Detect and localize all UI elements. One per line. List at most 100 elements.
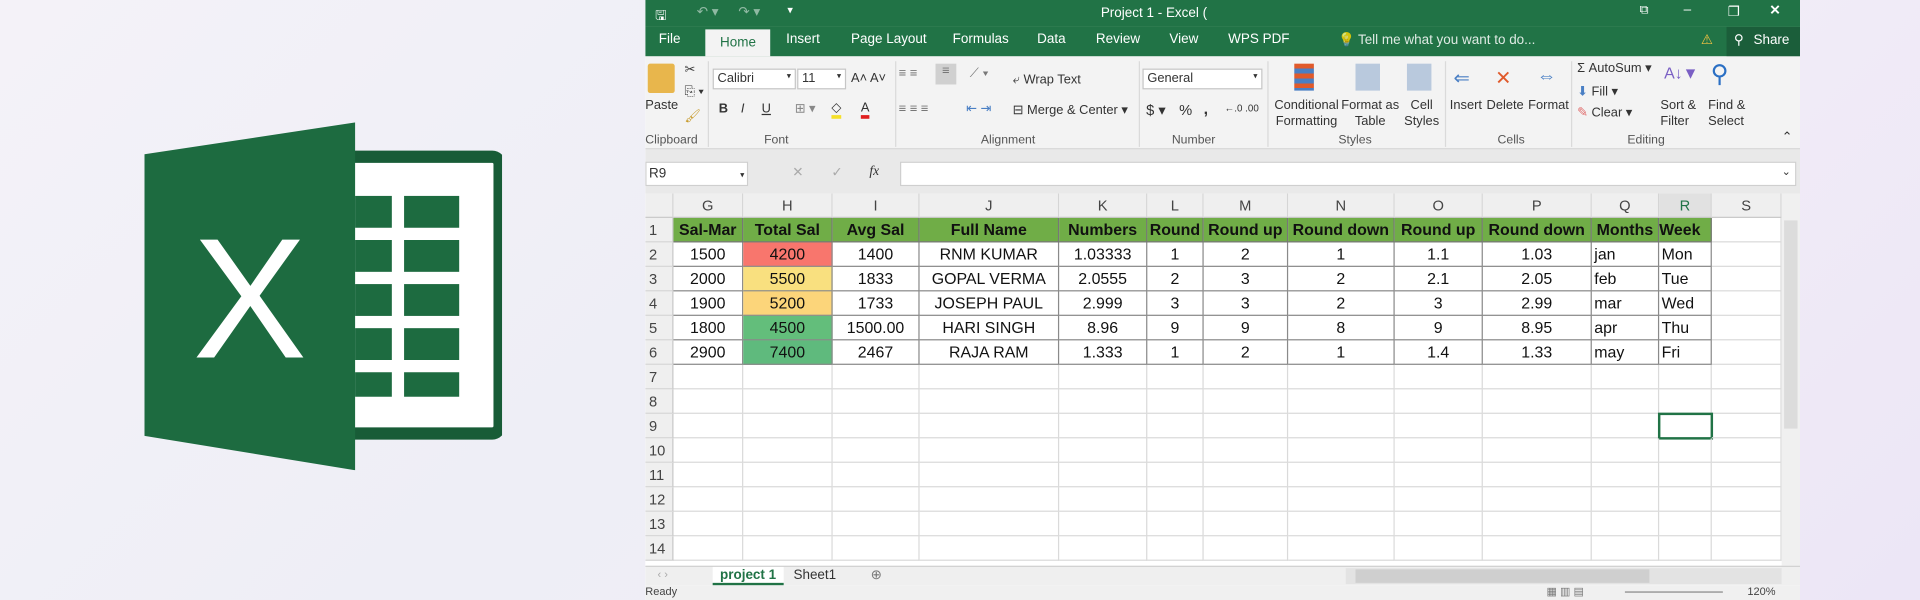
orientation-icon[interactable]: ⟋ ▾ [970, 66, 989, 82]
tab-review[interactable]: Review [1096, 32, 1140, 47]
cell[interactable] [1288, 438, 1395, 463]
font-size-select[interactable]: 11 ▾ [797, 68, 847, 90]
cell[interactable] [1394, 511, 1483, 537]
spreadsheet-grid[interactable]: G H I J K L M N O P Q R S 1 2 3 4 5 6 7 8 9 10 11 12 13 14 Sal-Mar T… [645, 193, 1782, 566]
underline-button[interactable]: U [762, 102, 771, 117]
header-cell[interactable]: Round [1147, 217, 1204, 243]
restore-icon[interactable]: ❐ [1728, 4, 1740, 20]
data-cell[interactable]: 8 [1288, 315, 1395, 341]
cell[interactable] [743, 511, 833, 537]
cell[interactable] [743, 413, 833, 439]
column-header-I[interactable]: I [832, 193, 920, 218]
cell[interactable] [1591, 413, 1660, 439]
cell-styles-button[interactable]: Cell Styles [1402, 98, 1441, 130]
cell[interactable] [1591, 389, 1660, 414]
sheet-nav-icon[interactable]: ‹ › [658, 568, 668, 580]
cell[interactable] [1591, 487, 1660, 512]
cell[interactable] [1394, 364, 1483, 390]
vertical-scrollbar[interactable] [1781, 193, 1801, 566]
cell[interactable] [919, 462, 1060, 488]
cell[interactable] [1203, 536, 1289, 561]
add-sheet-icon[interactable]: ⊕ [871, 567, 882, 583]
cell[interactable] [919, 413, 1060, 439]
data-cell[interactable]: 3 [1394, 291, 1483, 316]
data-cell[interactable]: 4200 [743, 242, 833, 267]
cell[interactable] [1659, 389, 1712, 414]
enter-icon[interactable]: ✓ [831, 164, 842, 180]
data-cell[interactable]: 1.03 [1482, 242, 1592, 267]
data-cell[interactable]: HARI SINGH [919, 315, 1060, 341]
bold-button[interactable]: B [719, 102, 728, 117]
cell[interactable] [1203, 487, 1289, 512]
row-header-1[interactable]: 1 [645, 217, 674, 243]
data-cell[interactable]: 2.999 [1059, 291, 1148, 316]
row-header-14[interactable]: 14 [645, 536, 674, 561]
data-cell[interactable]: 9 [1147, 315, 1204, 341]
data-cell[interactable]: mar [1591, 291, 1660, 316]
data-cell[interactable]: 3 [1147, 291, 1204, 316]
format-painter-icon[interactable]: 🖌 [684, 108, 700, 124]
cell[interactable] [1482, 364, 1592, 390]
cell[interactable] [832, 487, 920, 512]
cell[interactable] [1147, 389, 1204, 414]
expand-formula-icon[interactable]: ⌄ [1782, 165, 1791, 178]
data-cell[interactable]: 1500.00 [832, 315, 920, 341]
data-cell[interactable]: 2.05 [1482, 266, 1592, 292]
cell[interactable] [1711, 389, 1782, 414]
cell[interactable] [1203, 511, 1289, 537]
data-cell[interactable]: 2.1 [1394, 266, 1483, 292]
column-header-S[interactable]: S [1711, 193, 1782, 218]
data-cell[interactable]: Wed [1659, 291, 1712, 316]
cell[interactable] [1394, 389, 1483, 414]
data-cell[interactable]: feb [1591, 266, 1660, 292]
tab-home[interactable]: Home [705, 29, 771, 57]
tab-data[interactable]: Data [1037, 32, 1065, 47]
header-cell[interactable]: Total Sal [743, 217, 833, 243]
row-header-10[interactable]: 10 [645, 438, 674, 463]
row-header-7[interactable]: 7 [645, 364, 674, 390]
row-header-9[interactable]: 9 [645, 413, 674, 439]
select-all-corner[interactable] [645, 193, 674, 218]
cell[interactable] [1147, 413, 1204, 439]
cell[interactable] [1059, 413, 1148, 439]
paste-icon[interactable] [647, 63, 675, 94]
cell[interactable] [832, 462, 920, 488]
undo-icon[interactable]: ↶ ▾ [697, 4, 719, 20]
cell[interactable] [919, 364, 1060, 390]
cell[interactable] [1288, 511, 1395, 537]
data-cell[interactable]: JOSEPH PAUL [919, 291, 1060, 316]
cell[interactable] [832, 536, 920, 561]
cell[interactable] [1591, 364, 1660, 390]
horizontal-scrollbar[interactable] [1345, 568, 1782, 585]
cell[interactable] [1591, 438, 1660, 463]
cell[interactable] [1059, 438, 1148, 463]
data-cell[interactable]: 9 [1203, 315, 1289, 341]
cell[interactable] [1711, 413, 1782, 439]
cell[interactable] [673, 389, 744, 414]
data-cell[interactable]: 1833 [832, 266, 920, 292]
row-header-2[interactable]: 2 [645, 242, 674, 267]
find-select-button[interactable]: Find & Select [1708, 98, 1755, 130]
data-cell[interactable]: Thu [1659, 315, 1712, 341]
cell[interactable] [743, 389, 833, 414]
data-cell[interactable]: 1.333 [1059, 340, 1148, 365]
cell[interactable] [1711, 266, 1782, 292]
font-color-icon[interactable]: A [860, 100, 870, 119]
data-cell[interactable]: 2900 [673, 340, 744, 365]
cell[interactable] [832, 511, 920, 537]
cell[interactable] [1711, 242, 1782, 267]
cell[interactable] [1482, 462, 1592, 488]
autosum-button[interactable]: Σ AutoSum ▾ [1577, 61, 1651, 76]
column-header-J[interactable]: J [919, 193, 1060, 218]
row-header-8[interactable]: 8 [645, 389, 674, 414]
column-header-L[interactable]: L [1147, 193, 1204, 218]
data-cell[interactable]: 1.4 [1394, 340, 1483, 365]
column-header-R[interactable]: R [1659, 193, 1712, 218]
data-cell[interactable]: 1800 [673, 315, 744, 341]
column-header-Q[interactable]: Q [1591, 193, 1660, 218]
tell-me-input[interactable]: Tell me what you want to do... [1358, 33, 1535, 48]
data-cell[interactable]: Tue [1659, 266, 1712, 292]
column-header-M[interactable]: M [1203, 193, 1289, 218]
cell[interactable] [1288, 389, 1395, 414]
data-cell[interactable]: 1 [1147, 340, 1204, 365]
